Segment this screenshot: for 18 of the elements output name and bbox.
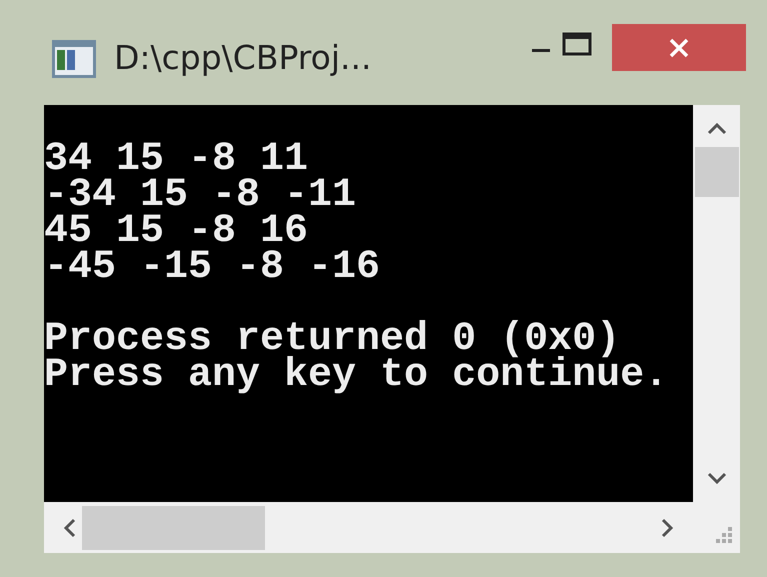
console-line: Press any key to continue. [44,358,670,394]
scroll-up-button[interactable] [706,121,726,135]
close-button[interactable] [612,24,746,71]
scrollbar-thumb[interactable] [694,147,738,197]
console-line: 45 15 -8 16 [44,214,310,250]
window-title: D:\cpp\CBProj... [114,37,372,79]
vertical-scrollbar[interactable] [693,105,740,502]
console-line: -34 15 -8 -11 [44,178,358,214]
scroll-down-button[interactable] [706,472,726,486]
scroll-left-button[interactable] [62,518,76,538]
scroll-right-button[interactable] [661,518,675,538]
console-line: -45 -15 -8 -16 [44,250,382,286]
close-icon [668,36,690,58]
console-app-icon [52,40,96,78]
minimize-icon [532,48,550,52]
scrollbar-thumb[interactable] [82,506,265,550]
console-line: 34 15 -8 11 [44,142,308,178]
horizontal-scrollbar[interactable] [44,502,693,553]
